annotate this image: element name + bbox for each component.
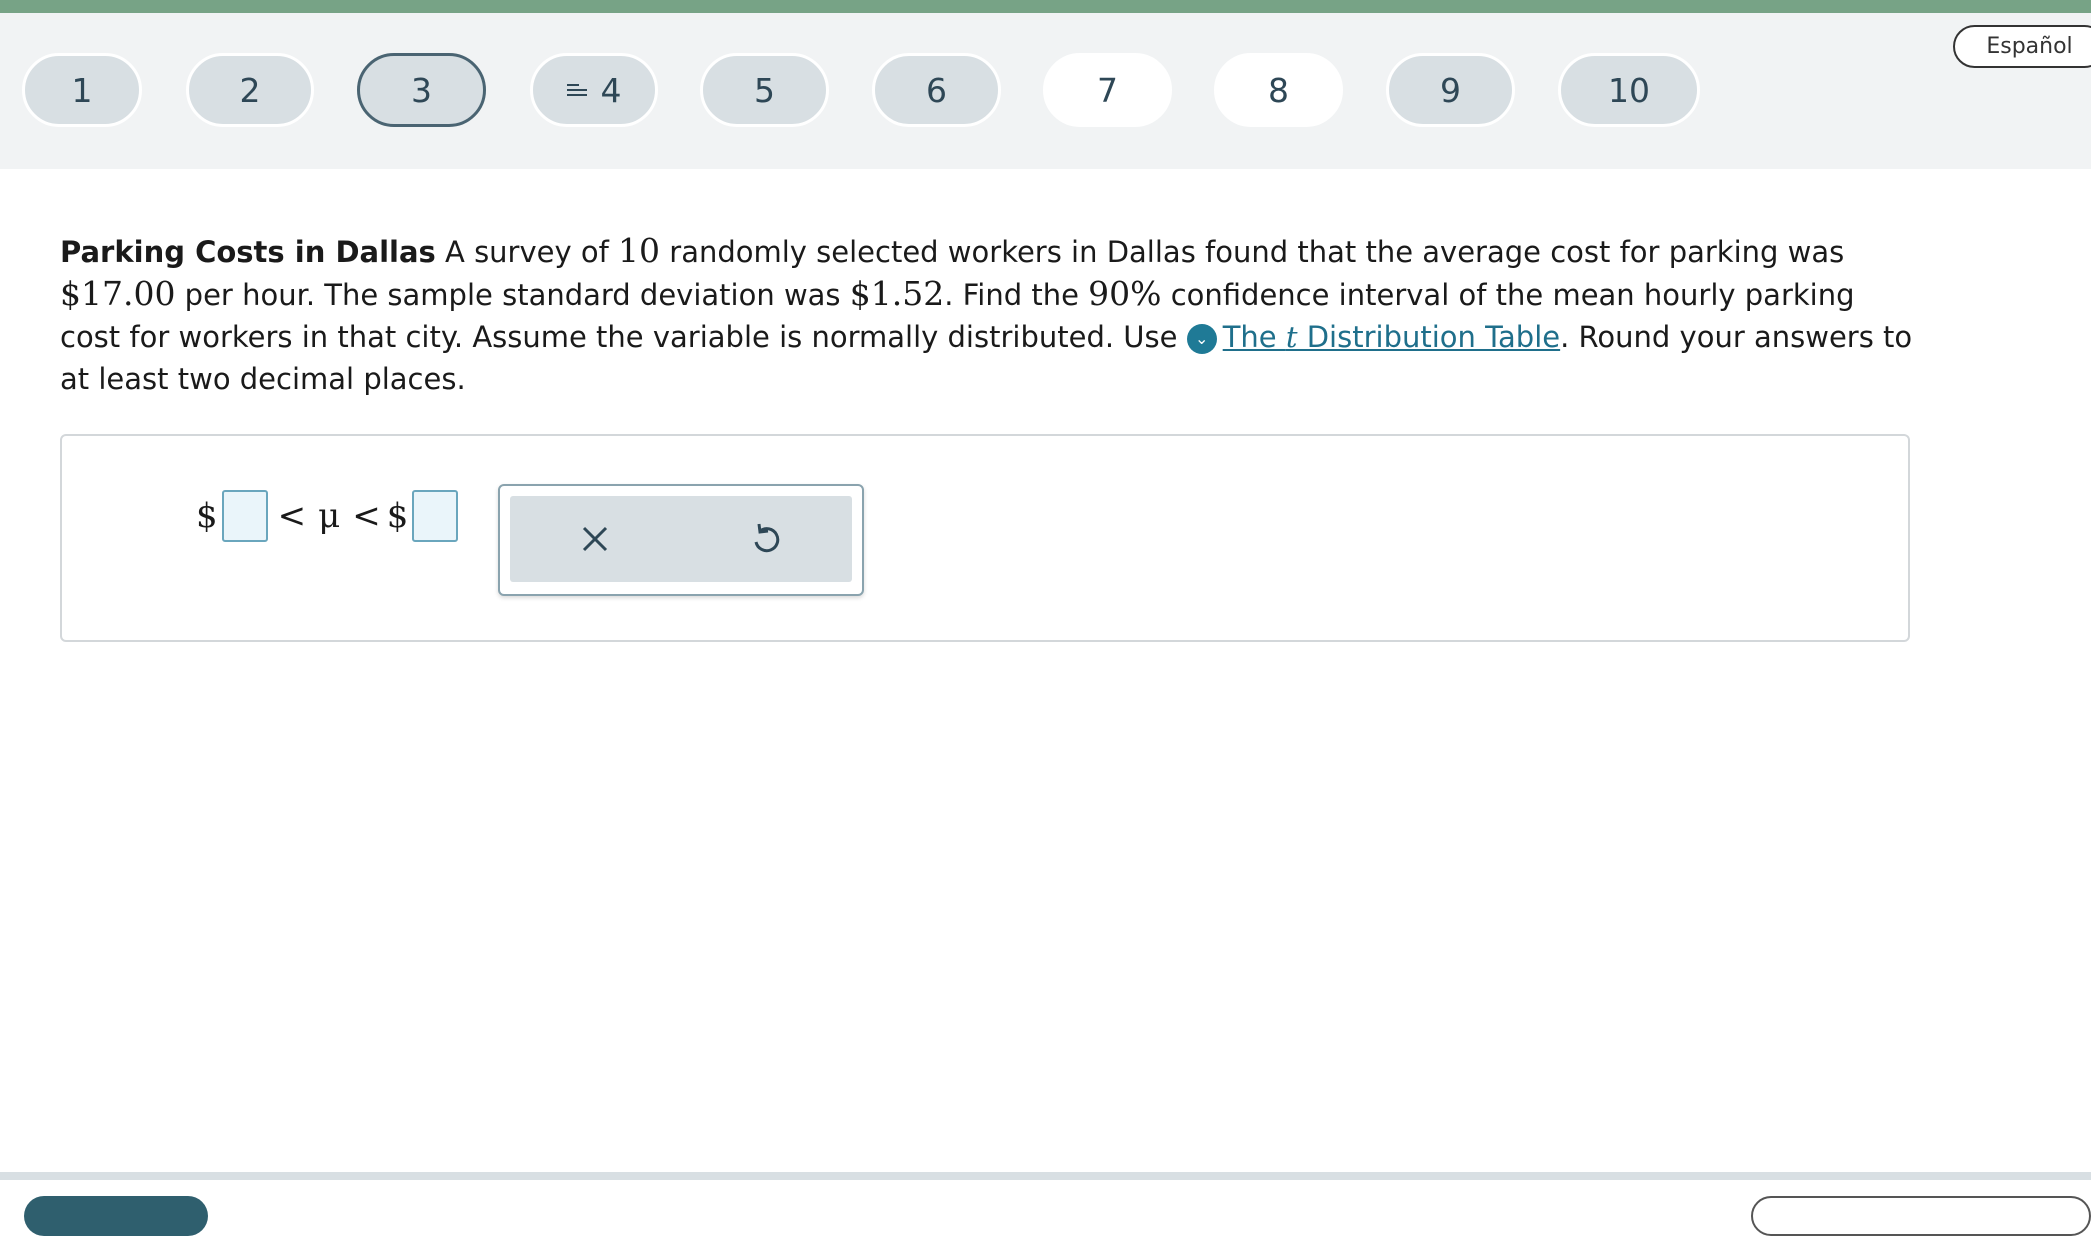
question-text-segment: A survey of	[435, 235, 619, 269]
language-toggle-button[interactable]: Español	[1953, 25, 2091, 68]
sample-sd: $1.52	[849, 274, 945, 313]
question-title: Parking Costs in Dallas	[60, 235, 436, 269]
link-text: The	[1222, 320, 1286, 354]
interval-expression: $ < μ < $	[196, 486, 462, 546]
question-text-segment: per hour. The sample standard deviation …	[175, 278, 850, 312]
answer-tools-panel	[498, 484, 864, 596]
lower-bound-input[interactable]	[221, 490, 268, 542]
sample-mean: $17.00	[60, 274, 176, 313]
answer-tools-bar	[510, 496, 852, 582]
question-text-segment: randomly selected workers in Dallas foun…	[660, 235, 1845, 269]
less-than-symbol: <	[352, 496, 381, 536]
dollar-sign: $	[386, 496, 409, 536]
link-text: Distribution Table	[1297, 320, 1561, 354]
footer-primary-button[interactable]	[24, 1196, 208, 1236]
question-text: Parking Costs in Dallas A survey of 10 r…	[60, 230, 1920, 400]
answer-area: $ < μ < $	[60, 434, 1910, 642]
footer-secondary-button[interactable]	[1751, 1196, 2091, 1236]
upper-bound-input[interactable]	[412, 490, 459, 542]
less-than-symbol: <	[277, 496, 307, 536]
sample-size: 10	[618, 231, 661, 270]
confidence-level: 90%	[1088, 274, 1162, 313]
language-clip: Español	[0, 0, 2091, 169]
dollar-sign: $	[196, 496, 218, 536]
t-distribution-table-link[interactable]: The t Distribution Table	[1223, 320, 1560, 354]
undo-button[interactable]	[741, 514, 791, 564]
clear-button[interactable]	[570, 514, 620, 564]
close-icon	[582, 526, 608, 552]
undo-icon	[754, 523, 780, 553]
expand-chevron-icon[interactable]: ⌄	[1186, 324, 1217, 354]
link-text-italic: t	[1285, 320, 1298, 354]
question-text-segment: . Find the	[944, 278, 1089, 312]
mu-symbol: μ	[318, 496, 341, 536]
footer-divider	[0, 1172, 2091, 1180]
